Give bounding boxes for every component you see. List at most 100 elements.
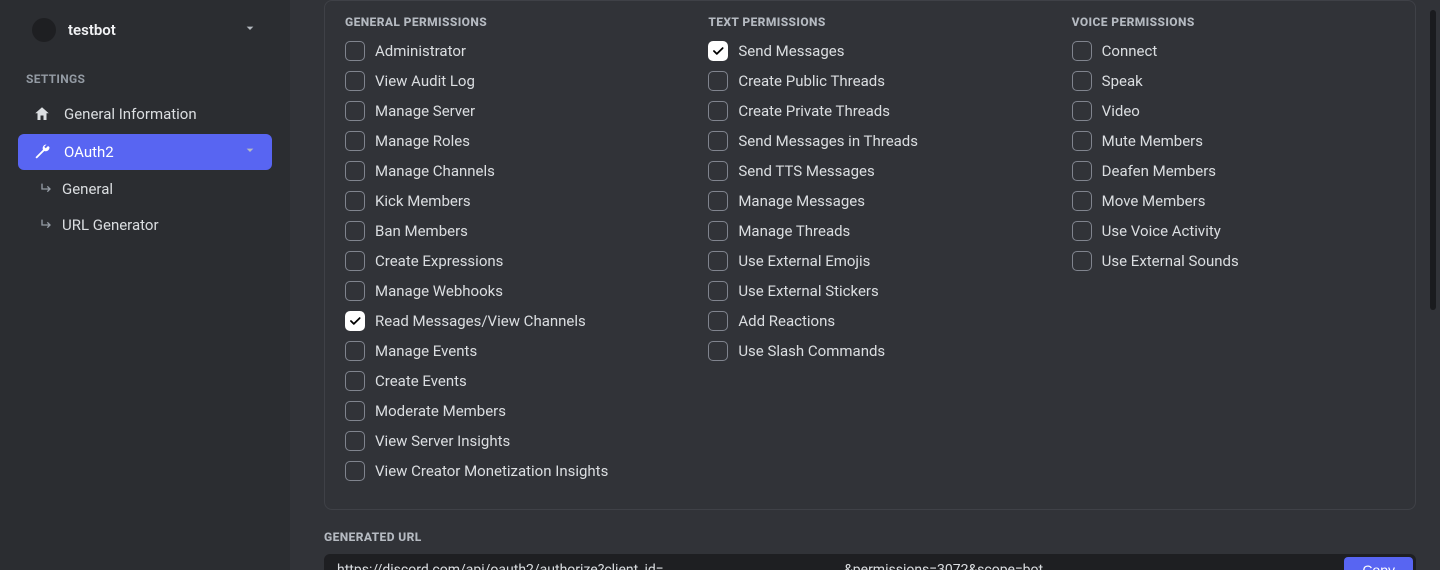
checkbox[interactable] (708, 311, 728, 331)
checkbox[interactable] (345, 101, 365, 121)
sidebar-item-oauth2-url-generator[interactable]: URL Generator (18, 208, 272, 242)
wrench-icon (32, 142, 52, 162)
checkbox[interactable] (345, 401, 365, 421)
checkbox[interactable] (1072, 41, 1092, 61)
checkbox[interactable] (708, 41, 728, 61)
generated-url-input[interactable] (325, 555, 1344, 570)
checkbox[interactable] (708, 251, 728, 271)
home-icon (32, 104, 52, 124)
permission-use-external-emojis[interactable]: Use External Emojis (708, 251, 1031, 271)
checkbox[interactable] (708, 191, 728, 211)
permission-use-external-stickers[interactable]: Use External Stickers (708, 281, 1031, 301)
checkbox[interactable] (1072, 191, 1092, 211)
permission-manage-server[interactable]: Manage Server (345, 101, 668, 121)
checkbox[interactable] (345, 281, 365, 301)
sidebar-item-label: General Information (64, 105, 197, 123)
sidebar-item-oauth2-general[interactable]: General (18, 172, 272, 206)
permission-label: Create Private Threads (738, 102, 890, 120)
generated-url-row: Copy (324, 554, 1416, 570)
permission-label: Connect (1102, 42, 1158, 60)
checkbox[interactable] (345, 461, 365, 481)
app-selector[interactable]: testbot (18, 8, 272, 52)
permission-label: Deafen Members (1102, 162, 1216, 180)
checkbox[interactable] (708, 101, 728, 121)
permission-use-slash-commands[interactable]: Use Slash Commands (708, 341, 1031, 361)
checkbox[interactable] (708, 221, 728, 241)
permission-use-voice-activity[interactable]: Use Voice Activity (1072, 221, 1395, 241)
checkbox[interactable] (708, 341, 728, 361)
checkbox[interactable] (345, 191, 365, 211)
checkbox[interactable] (1072, 251, 1092, 271)
checkbox[interactable] (345, 41, 365, 61)
permission-deafen-members[interactable]: Deafen Members (1072, 161, 1395, 181)
checkbox[interactable] (345, 431, 365, 451)
checkbox[interactable] (345, 311, 365, 331)
permission-use-external-sounds[interactable]: Use External Sounds (1072, 251, 1395, 271)
sidebar-item-oauth2[interactable]: OAuth2 (18, 134, 272, 170)
permission-label: Kick Members (375, 192, 471, 210)
permission-manage-threads[interactable]: Manage Threads (708, 221, 1031, 241)
checkbox[interactable] (345, 131, 365, 151)
checkbox[interactable] (708, 281, 728, 301)
checkbox[interactable] (1072, 161, 1092, 181)
permission-mute-members[interactable]: Mute Members (1072, 131, 1395, 151)
scrollbar[interactable] (1430, 10, 1436, 310)
permission-send-messages-in-threads[interactable]: Send Messages in Threads (708, 131, 1031, 151)
permission-ban-members[interactable]: Ban Members (345, 221, 668, 241)
checkbox[interactable] (345, 221, 365, 241)
permission-move-members[interactable]: Move Members (1072, 191, 1395, 211)
sidebar-item-label: General (62, 180, 113, 198)
permission-view-server-insights[interactable]: View Server Insights (345, 431, 668, 451)
sidebar-item-general-information[interactable]: General Information (18, 96, 272, 132)
checkbox[interactable] (1072, 221, 1092, 241)
permission-view-audit-log[interactable]: View Audit Log (345, 71, 668, 91)
permission-send-tts-messages[interactable]: Send TTS Messages (708, 161, 1031, 181)
permission-label: Send TTS Messages (738, 162, 874, 180)
copy-button[interactable]: Copy (1344, 557, 1413, 570)
main-content: GENERAL PERMISSIONS AdministratorView Au… (290, 0, 1440, 570)
checkbox[interactable] (345, 371, 365, 391)
permission-manage-channels[interactable]: Manage Channels (345, 161, 668, 181)
checkbox[interactable] (1072, 101, 1092, 121)
permission-label: Manage Messages (738, 192, 865, 210)
checkbox[interactable] (708, 161, 728, 181)
permission-view-creator-monetization-insights[interactable]: View Creator Monetization Insights (345, 461, 668, 481)
permission-manage-messages[interactable]: Manage Messages (708, 191, 1031, 211)
permission-label: Read Messages/View Channels (375, 312, 586, 330)
checkbox[interactable] (345, 161, 365, 181)
permission-manage-events[interactable]: Manage Events (345, 341, 668, 361)
checkbox[interactable] (345, 341, 365, 361)
permission-create-private-threads[interactable]: Create Private Threads (708, 101, 1031, 121)
permission-create-public-threads[interactable]: Create Public Threads (708, 71, 1031, 91)
permission-label: Manage Roles (375, 132, 470, 150)
permissions-column-general: GENERAL PERMISSIONS AdministratorView Au… (345, 15, 668, 491)
sub-arrow-icon (38, 216, 56, 234)
permission-label: Create Events (375, 372, 467, 390)
permission-send-messages[interactable]: Send Messages (708, 41, 1031, 61)
checkbox[interactable] (1072, 71, 1092, 91)
permission-label: Add Reactions (738, 312, 835, 330)
permission-connect[interactable]: Connect (1072, 41, 1395, 61)
checkbox[interactable] (345, 251, 365, 271)
permission-manage-webhooks[interactable]: Manage Webhooks (345, 281, 668, 301)
permission-video[interactable]: Video (1072, 101, 1395, 121)
permission-create-expressions[interactable]: Create Expressions (345, 251, 668, 271)
checkbox[interactable] (708, 71, 728, 91)
permission-moderate-members[interactable]: Moderate Members (345, 401, 668, 421)
permission-add-reactions[interactable]: Add Reactions (708, 311, 1031, 331)
checkbox[interactable] (1072, 131, 1092, 151)
permission-read-messages-view-channels[interactable]: Read Messages/View Channels (345, 311, 668, 331)
sidebar-item-label: URL Generator (62, 216, 159, 234)
permission-manage-roles[interactable]: Manage Roles (345, 131, 668, 151)
sub-arrow-icon (38, 180, 56, 198)
app-title: testbot (68, 21, 242, 39)
permission-label: View Server Insights (375, 432, 510, 450)
chevron-down-icon (242, 20, 258, 40)
checkbox[interactable] (708, 131, 728, 151)
permission-administrator[interactable]: Administrator (345, 41, 668, 61)
checkbox[interactable] (345, 71, 365, 91)
permission-create-events[interactable]: Create Events (345, 371, 668, 391)
permission-kick-members[interactable]: Kick Members (345, 191, 668, 211)
permission-label: Manage Events (375, 342, 477, 360)
permission-speak[interactable]: Speak (1072, 71, 1395, 91)
